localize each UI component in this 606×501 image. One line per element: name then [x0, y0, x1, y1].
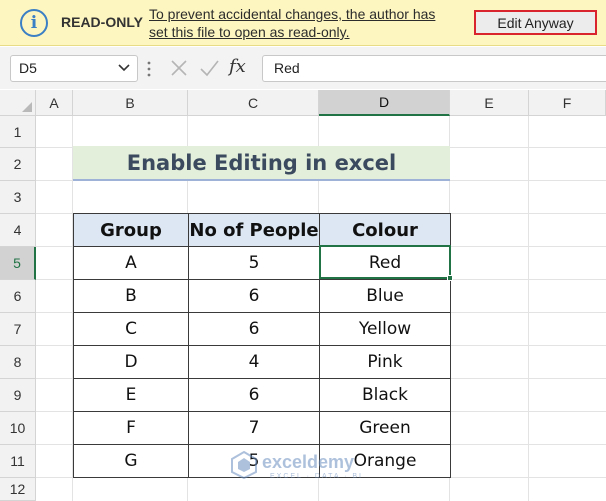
table-cell-people[interactable]: 6 — [188, 312, 320, 346]
column-header-b[interactable]: B — [73, 90, 188, 116]
table-cell-people[interactable]: 5 — [188, 246, 320, 280]
gridline — [528, 116, 529, 501]
table-cell-group[interactable]: E — [73, 378, 189, 412]
table-cell-people[interactable]: 7 — [188, 411, 320, 445]
row-header-8[interactable]: 8 — [0, 346, 36, 379]
info-icon: i — [20, 9, 48, 37]
row-header-5[interactable]: 5 — [0, 247, 36, 280]
name-box-value: D5 — [19, 60, 37, 76]
row-header-4[interactable]: 4 — [0, 214, 36, 247]
row-header-11[interactable]: 11 — [0, 445, 36, 478]
table-cell-group[interactable]: F — [73, 411, 189, 445]
table-header-group[interactable]: Group — [73, 213, 189, 247]
row-header-2[interactable]: 2 — [0, 148, 36, 181]
table-cell-people[interactable]: 6 — [188, 279, 320, 313]
table-cell-colour[interactable]: Yellow — [319, 312, 451, 346]
table-cell-colour[interactable]: Red — [319, 246, 451, 280]
read-only-message-link[interactable]: To prevent accidental changes, the autho… — [149, 5, 449, 41]
table-cell-colour[interactable]: Pink — [319, 345, 451, 379]
row-header-6[interactable]: 6 — [0, 280, 36, 313]
table-cell-people[interactable]: 6 — [188, 378, 320, 412]
table-cell-people[interactable]: 5 — [188, 444, 320, 478]
enter-check-icon[interactable] — [198, 57, 220, 79]
row-header-3[interactable]: 3 — [0, 181, 36, 214]
table-cell-group[interactable]: A — [73, 246, 189, 280]
row-header-1[interactable]: 1 — [0, 116, 36, 148]
column-header-f[interactable]: F — [529, 90, 606, 116]
row-header-12[interactable]: 12 — [0, 478, 36, 501]
table-cell-group[interactable]: D — [73, 345, 189, 379]
read-only-label: READ-ONLY — [61, 14, 143, 30]
cancel-icon[interactable] — [168, 57, 190, 79]
formula-input[interactable]: Red — [262, 55, 606, 82]
more-options-icon[interactable] — [147, 59, 151, 79]
table-cell-colour[interactable]: Blue — [319, 279, 451, 313]
name-box[interactable]: D5 — [10, 55, 138, 82]
table-header-colour[interactable]: Colour — [319, 213, 451, 247]
table-cell-colour[interactable]: Black — [319, 378, 451, 412]
table-cell-people[interactable]: 4 — [188, 345, 320, 379]
row-header-9[interactable]: 9 — [0, 379, 36, 412]
row-header-10[interactable]: 10 — [0, 412, 36, 445]
row-header-7[interactable]: 7 — [0, 313, 36, 346]
insert-function-icon[interactable]: fx — [229, 56, 246, 77]
sheet-title[interactable]: Enable Editing in excel — [73, 146, 450, 181]
column-header-d[interactable]: D — [319, 90, 450, 116]
worksheet-grid[interactable]: A B C D E F 1 2 3 4 5 6 7 8 9 10 11 12 E… — [0, 90, 606, 501]
table-header-people[interactable]: No of People — [188, 213, 320, 247]
select-all-button[interactable] — [0, 90, 36, 116]
table-cell-colour[interactable]: Green — [319, 411, 451, 445]
table-cell-group[interactable]: B — [73, 279, 189, 313]
table-cell-group[interactable]: G — [73, 444, 189, 478]
table-cell-colour[interactable]: Orange — [319, 444, 451, 478]
column-header-c[interactable]: C — [188, 90, 319, 116]
column-header-e[interactable]: E — [450, 90, 529, 116]
edit-anyway-button[interactable]: Edit Anyway — [474, 10, 597, 35]
column-header-a[interactable]: A — [36, 90, 73, 116]
read-only-banner: i READ-ONLY To prevent accidental change… — [0, 0, 606, 46]
table-cell-group[interactable]: C — [73, 312, 189, 346]
chevron-down-icon[interactable] — [117, 58, 131, 78]
formula-bar: D5 fx Red — [0, 47, 606, 89]
